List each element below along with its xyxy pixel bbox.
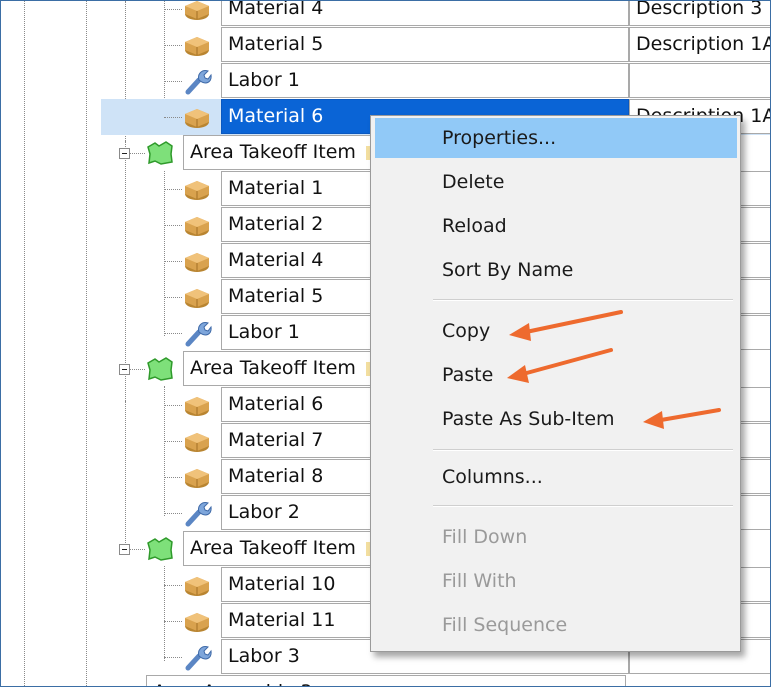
table-row[interactable]: Material 5 Description 1A <box>1 27 770 63</box>
tree-guide-line <box>164 297 182 298</box>
menu-item-paste[interactable]: Paste <box>375 355 737 395</box>
material-box-icon <box>182 606 212 636</box>
menu-separator <box>433 449 733 451</box>
collapse-toggle-icon[interactable] <box>119 364 130 375</box>
item-name-cell[interactable]: Labor 1 <box>221 63 629 98</box>
tree-guide-line <box>164 117 182 118</box>
labor-wrench-icon <box>182 498 212 528</box>
material-box-icon <box>182 282 212 312</box>
menu-item-paste-as-sub-item[interactable]: Paste As Sub-Item <box>375 399 737 439</box>
tree-guide-line <box>164 477 182 478</box>
material-box-icon <box>182 426 212 456</box>
description-cell[interactable] <box>629 63 770 98</box>
area-takeoff-icon <box>145 534 175 564</box>
tree-guide-line <box>164 513 182 514</box>
tree-grid-window: Material 4 Description 3 Material 5 Descrip… <box>0 0 771 687</box>
labor-wrench-icon <box>182 66 212 96</box>
tree-guide-line <box>164 405 182 406</box>
menu-item-copy[interactable]: Copy <box>375 311 737 351</box>
area-takeoff-icon <box>145 354 175 384</box>
labor-wrench-icon <box>182 642 212 672</box>
material-box-icon <box>182 462 212 492</box>
menu-item-properties[interactable]: Properties... <box>375 118 737 158</box>
item-name-cell[interactable]: Material 4 <box>221 1 629 26</box>
menu-item-fill-down: Fill Down <box>442 526 528 548</box>
item-name-cell[interactable]: Material 5 <box>221 27 629 62</box>
menu-item-columns[interactable]: Columns... <box>375 457 737 497</box>
material-box-icon <box>182 390 212 420</box>
menu-item-fill-with: Fill With <box>442 570 517 592</box>
table-row[interactable]: Labor 1 <box>1 63 770 99</box>
item-name-cell[interactable]: Area Takeoff Item <box>183 135 373 170</box>
menu-item-delete[interactable]: Delete <box>375 162 737 202</box>
menu-item-reload[interactable]: Reload <box>375 206 737 246</box>
tree-guide-line <box>164 81 182 82</box>
item-name-cell[interactable]: Area Assembly 3 <box>146 675 626 686</box>
material-box-icon <box>182 1 212 24</box>
area-takeoff-icon <box>145 138 175 168</box>
material-box-icon <box>182 570 212 600</box>
menu-item-fill-sequence: Fill Sequence <box>442 614 568 636</box>
tree-row-folder[interactable]: Area Assembly 3 <box>1 675 770 686</box>
tree-guide-line <box>164 9 182 10</box>
collapse-toggle-icon[interactable] <box>119 148 130 159</box>
description-cell[interactable]: Description 3 <box>629 1 770 26</box>
context-menu: Properties... Delete Reload Sort By Name… <box>370 115 741 652</box>
tree-guide-line <box>164 585 182 586</box>
material-box-icon <box>182 102 212 132</box>
menu-separator <box>433 505 733 507</box>
folder-icon <box>101 678 131 686</box>
tree-guide-line <box>164 441 182 442</box>
item-name-cell[interactable]: Area Takeoff Item <box>183 351 373 386</box>
menu-item-sort-by-name[interactable]: Sort By Name <box>375 250 737 290</box>
tree-guide-line <box>164 189 182 190</box>
tree-guide-line <box>164 45 182 46</box>
tree-guide-line <box>164 225 182 226</box>
material-box-icon <box>182 246 212 276</box>
description-cell[interactable]: Description 1A <box>629 27 770 62</box>
collapse-toggle-icon[interactable] <box>119 544 130 555</box>
material-box-icon <box>182 210 212 240</box>
material-box-icon <box>182 30 212 60</box>
tree-guide-line <box>164 657 182 658</box>
item-name-cell[interactable]: Area Takeoff Item <box>183 531 373 566</box>
tree-guide-line <box>164 261 182 262</box>
table-row[interactable]: Material 4 Description 3 <box>1 1 770 27</box>
labor-wrench-icon <box>182 318 212 348</box>
tree-guide-line <box>164 621 182 622</box>
menu-separator <box>433 299 733 301</box>
tree-guide-line <box>164 333 182 334</box>
material-box-icon <box>182 174 212 204</box>
